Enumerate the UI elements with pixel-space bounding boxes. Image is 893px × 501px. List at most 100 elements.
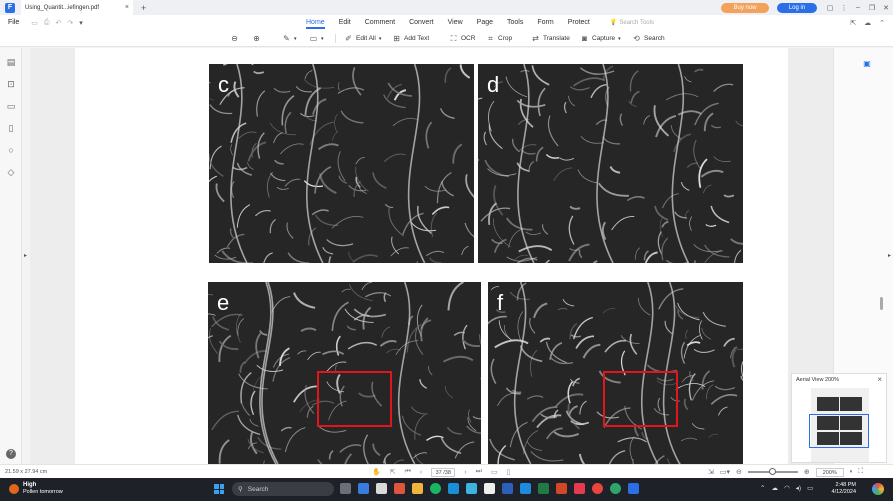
minimize-icon[interactable]: –	[851, 4, 865, 11]
notes-icon[interactable]	[376, 483, 387, 494]
fullscreen-icon[interactable]: ⛶	[858, 468, 863, 476]
buy-now-button[interactable]: Buy now	[721, 2, 769, 13]
menu-view[interactable]: View	[448, 15, 463, 30]
powerpoint-icon[interactable]	[556, 483, 567, 494]
previous-page-icon[interactable]: ‹	[420, 469, 422, 476]
first-page-icon[interactable]: ⏮	[405, 468, 411, 476]
hand-tool-icon[interactable]: ✋	[372, 468, 381, 476]
select-tool-icon[interactable]: ⇱	[390, 468, 396, 476]
zoom-slider[interactable]	[747, 468, 798, 475]
highlight-button[interactable]: ✎ ▾	[282, 33, 296, 44]
zoom-in-icon[interactable]: ⊕	[804, 468, 810, 476]
cloud-icon[interactable]: ☁	[864, 19, 871, 27]
teams-icon[interactable]	[358, 483, 369, 494]
chrome-profile-icon[interactable]	[610, 483, 621, 494]
undo-icon[interactable]: ↶	[56, 19, 62, 27]
zoom-out-button[interactable]: ⊖	[230, 33, 239, 44]
page-fit-icon[interactable]: ⇲	[708, 468, 714, 476]
ocr-button[interactable]: ⛶ OCR	[449, 33, 476, 44]
battery-icon[interactable]: ▭	[807, 484, 813, 492]
new-tab-button[interactable]: +	[141, 3, 146, 13]
customize-icon[interactable]: ▾	[79, 19, 83, 27]
chrome-icon[interactable]	[592, 483, 603, 494]
zoom-level-field[interactable]: 200%	[815, 467, 844, 477]
attachment-icon[interactable]: ▯	[6, 123, 16, 133]
file-menu[interactable]: File	[8, 19, 19, 26]
office-icon[interactable]	[394, 483, 405, 494]
share-icon[interactable]: ⇱	[850, 19, 856, 27]
zoom-slider-handle[interactable]	[769, 468, 777, 475]
print-icon[interactable]: ⎙	[44, 19, 50, 27]
crop-button[interactable]: ⌗ Crop	[486, 33, 512, 44]
edit-all-button[interactable]: ✐ Edit All ▾	[344, 33, 381, 44]
figure-panel-f: f	[488, 282, 743, 464]
single-page-icon[interactable]: ▭	[491, 468, 498, 476]
collapse-ribbon-icon[interactable]: ⌃	[879, 19, 885, 27]
word-icon[interactable]	[502, 483, 513, 494]
expand-right-panel-icon[interactable]: ▸	[888, 252, 891, 259]
document-tab[interactable]: Using_Quantit...iefingen.pdf ×	[21, 0, 133, 15]
properties-panel-icon[interactable]: ▣	[862, 59, 872, 69]
tab-close-icon[interactable]: ×	[125, 4, 129, 11]
aerial-viewport-indicator[interactable]	[809, 414, 869, 448]
next-page-icon[interactable]: ›	[464, 469, 466, 476]
show-hidden-icons[interactable]: ⌃	[760, 484, 765, 492]
volume-icon[interactable]: ◂)	[796, 484, 801, 492]
window-close-icon[interactable]: ✕	[879, 4, 893, 12]
shape-button[interactable]: ▭ ▾	[309, 33, 324, 44]
bookmark-icon[interactable]: ⊡	[6, 79, 16, 89]
menu-tools[interactable]: Tools	[507, 15, 523, 30]
chevron-down-icon[interactable]: ▾	[850, 469, 853, 475]
fit-page-icon[interactable]: ▯	[507, 468, 511, 476]
view-mode-icon[interactable]: ▭▾	[720, 468, 730, 476]
clock[interactable]: 2:48 PM 4/12/2024	[826, 482, 856, 496]
open-icon[interactable]: ▭	[31, 19, 38, 27]
excel-icon[interactable]	[538, 483, 549, 494]
menu-form[interactable]: Form	[537, 15, 553, 30]
copilot-icon[interactable]	[872, 483, 884, 495]
vertical-scrollbar-thumb[interactable]	[880, 297, 883, 310]
menu-page[interactable]: Page	[477, 15, 493, 30]
store-icon[interactable]	[466, 483, 477, 494]
menu-home[interactable]: Home	[306, 15, 325, 30]
last-page-icon[interactable]: ⏭	[476, 468, 482, 476]
document-viewport[interactable]: c d e f	[30, 48, 833, 464]
search-button[interactable]: ⟲ Search	[632, 33, 664, 44]
help-icon[interactable]: ?	[6, 449, 16, 459]
cloud-sync-icon[interactable]: ☁	[771, 484, 778, 492]
pinned-app-icon[interactable]	[574, 483, 585, 494]
zoom-in-button[interactable]: ⊕	[252, 33, 261, 44]
taskbar-search-box[interactable]: ⚲ Search	[232, 482, 334, 496]
zoom-out-icon[interactable]: ⊖	[736, 468, 742, 476]
file-explorer-icon[interactable]	[412, 483, 423, 494]
aerial-close-icon[interactable]: ×	[877, 375, 882, 384]
more-options-icon[interactable]: ⋮	[837, 4, 851, 12]
wifi-icon[interactable]: ◠	[784, 484, 790, 492]
pdf-editor-icon[interactable]	[628, 483, 639, 494]
task-view-icon[interactable]	[340, 483, 351, 494]
expand-sidebar-icon[interactable]: ▸	[24, 252, 27, 259]
log-in-button[interactable]: Log in	[777, 2, 817, 13]
search-tools-field[interactable]: 💡 Search Tools	[610, 19, 654, 27]
translate-button[interactable]: ⇄ Translate	[531, 33, 570, 44]
menu-comment[interactable]: Comment	[365, 15, 395, 30]
menu-protect[interactable]: Protect	[568, 15, 590, 30]
weather-widget[interactable]: High Pollen tomorrow	[9, 482, 63, 496]
page-number-input[interactable]: 37 /38	[431, 467, 456, 477]
search-icon[interactable]: ○	[6, 145, 16, 155]
capture-button[interactable]: ◙ Capture ▾	[580, 33, 621, 44]
comment-icon[interactable]: ▭	[6, 101, 16, 111]
menu-edit[interactable]: Edit	[339, 15, 351, 30]
outlook-icon[interactable]	[520, 483, 531, 494]
layers-icon[interactable]: ◇	[6, 167, 16, 177]
add-text-button[interactable]: ⊞ Add Text	[392, 33, 429, 44]
redo-icon[interactable]: ↷	[67, 19, 73, 27]
grammarly-icon[interactable]	[430, 483, 441, 494]
menu-convert[interactable]: Convert	[409, 15, 434, 30]
message-icon[interactable]: ▢	[823, 4, 837, 12]
edge-icon[interactable]	[448, 483, 459, 494]
windows-start-icon[interactable]	[214, 484, 224, 494]
acrobat-icon[interactable]	[484, 483, 495, 494]
restore-icon[interactable]: ❐	[865, 4, 879, 12]
thumbnails-icon[interactable]: ▤	[6, 57, 16, 67]
